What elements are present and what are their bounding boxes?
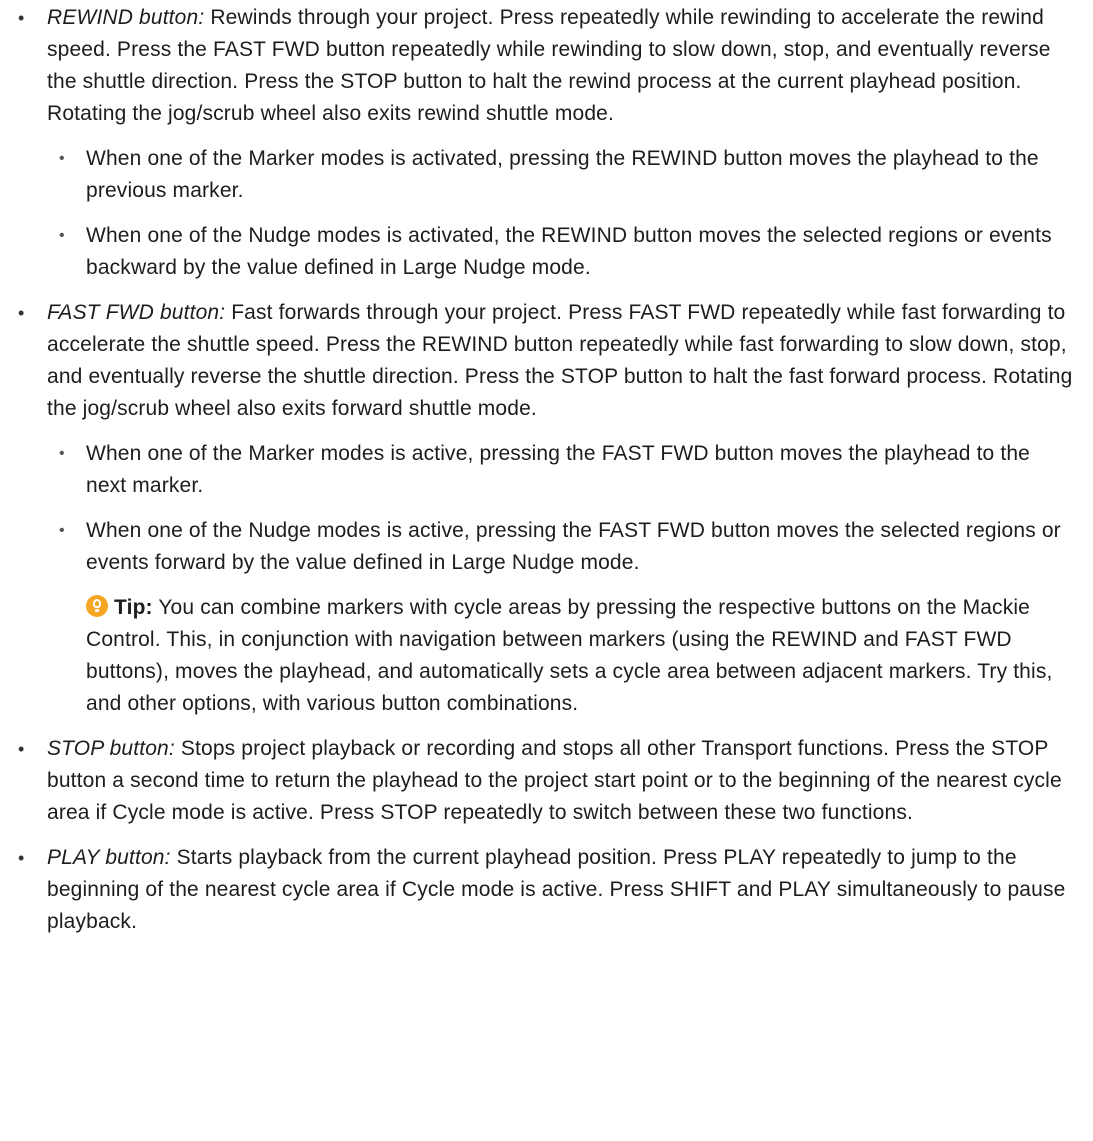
bullet: • xyxy=(18,303,25,323)
sublist-item: • When one of the Marker modes is activa… xyxy=(0,143,1083,207)
tip-text: You can combine markers with cycle areas… xyxy=(86,596,1053,715)
term-fast-fwd-button: FAST FWD button: xyxy=(47,301,226,324)
document-body: • REWIND button: Rewinds through your pr… xyxy=(0,0,1093,938)
bullet: • xyxy=(18,739,25,759)
term-stop-button: STOP button: xyxy=(47,737,175,760)
sublist-item-text: When one of the Nudge modes is activated… xyxy=(86,224,1052,279)
item-text: Stops project playback or recording and … xyxy=(47,737,1062,824)
tip-note: Tip: You can combine markers with cycle … xyxy=(86,592,1083,720)
term-rewind-button: REWIND button: xyxy=(47,6,205,29)
sub-bullet: • xyxy=(59,445,65,462)
sublist-item: • When one of the Nudge modes is activat… xyxy=(0,220,1083,284)
bullet: • xyxy=(18,8,25,28)
tip-label: Tip: xyxy=(114,596,153,619)
sublist: • When one of the Marker modes is activa… xyxy=(47,143,1083,284)
sublist-item: • When one of the Marker modes is active… xyxy=(0,438,1083,502)
lightbulb-icon xyxy=(86,595,108,617)
item-paragraph: PLAY button: Starts playback from the cu… xyxy=(47,842,1083,938)
sublist-item-text: When one of the Nudge modes is active, p… xyxy=(86,519,1061,574)
term-play-button: PLAY button: xyxy=(47,846,171,869)
bullet: • xyxy=(18,848,25,868)
sub-bullet: • xyxy=(59,227,65,244)
list-item-rewind: • REWIND button: Rewinds through your pr… xyxy=(0,2,1093,284)
list-item-stop: • STOP button: Stops project playback or… xyxy=(0,733,1093,829)
sublist-item-text: When one of the Marker modes is activate… xyxy=(86,147,1039,202)
sub-bullet: • xyxy=(59,522,65,539)
list-item-play: • PLAY button: Starts playback from the … xyxy=(0,842,1093,938)
sublist-item: • When one of the Nudge modes is active,… xyxy=(0,515,1083,579)
item-text: Starts playback from the current playhea… xyxy=(47,846,1066,933)
sub-bullet: • xyxy=(59,150,65,167)
list-item-fast-fwd: • FAST FWD button: Fast forwards through… xyxy=(0,297,1093,720)
sublist-item-text: When one of the Marker modes is active, … xyxy=(86,442,1031,497)
item-paragraph: REWIND button: Rewinds through your proj… xyxy=(47,2,1083,130)
item-paragraph: STOP button: Stops project playback or r… xyxy=(47,733,1083,829)
item-paragraph: FAST FWD button: Fast forwards through y… xyxy=(47,297,1083,425)
sublist: • When one of the Marker modes is active… xyxy=(47,438,1083,720)
